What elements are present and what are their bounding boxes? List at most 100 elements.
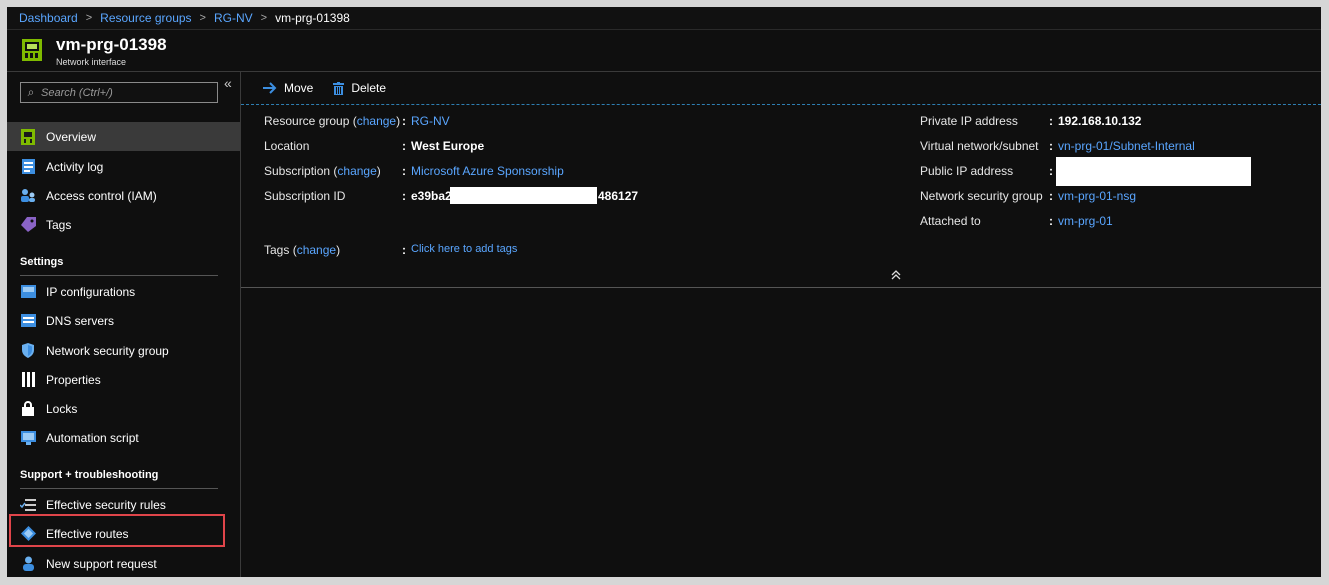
trash-icon [333,81,345,95]
lock-icon [20,401,36,417]
public-ip-label: Public IP address [920,164,1014,178]
sidebar-item-tags[interactable]: Tags [7,210,240,239]
collapse-sidebar-button[interactable]: « [224,75,232,91]
redaction-block [1056,157,1251,186]
search-icon: ⌕ [27,85,35,99]
breadcrumb-rg-nv[interactable]: RG-NV [214,11,253,25]
tag-icon [20,217,36,233]
breadcrumb-separator: > [260,12,268,24]
routes-icon [20,526,36,542]
delete-button[interactable]: Delete [333,81,386,95]
sidebar-item-network-security-group[interactable]: Network security group [7,336,240,365]
vnet-label: Virtual network/subnet [920,139,1039,153]
breadcrumb-resource-groups[interactable]: Resource groups [100,11,191,25]
sidebar-item-label: Activity log [46,159,104,174]
blade-header: vm-prg-01398 Network interface [7,30,1321,72]
portal-window: Dashboard > Resource groups > RG-NV > vm… [7,7,1321,577]
activity-log-icon [20,159,36,175]
page-subtitle: Network interface [56,57,127,67]
sidebar-item-overview[interactable]: Overview [7,122,240,151]
security-rules-icon [20,497,36,513]
subscription-label: Subscription (change) [264,164,381,178]
arrow-right-icon [263,82,277,94]
sidebar-item-label: Access control (IAM) [46,188,157,203]
sidebar-item-label: DNS servers [46,313,115,328]
sidebar-item-effective-routes[interactable]: Effective routes [7,519,240,548]
change-subscription-link[interactable]: change [337,164,376,178]
shield-icon [20,343,36,359]
network-interface-icon [22,39,42,61]
section-support: Support + troubleshooting [20,469,159,481]
essentials-panel: Resource group (change) : RG-NV Location… [241,105,1321,288]
attached-label: Attached to [920,214,981,228]
sidebar-item-label: Properties [46,372,101,387]
colon: : [402,189,406,203]
subscription-id-label: Subscription ID [264,189,346,203]
colon: : [1049,214,1053,228]
divider [20,275,218,276]
location-label: Location [264,139,310,153]
ip-config-icon [20,284,36,300]
sidebar-item-iam[interactable]: Access control (IAM) [7,181,240,210]
resource-group-label: Resource group (change) [264,114,401,128]
attached-link[interactable]: vm-prg-01 [1058,214,1113,228]
sidebar-item-activity-log[interactable]: Activity log [7,152,240,181]
sidebar-item-label: Overview [46,129,97,144]
subscription-id-suffix: 486127 [598,189,639,203]
sidebar-item-label: Locks [46,401,78,416]
collapse-essentials-icon[interactable] [891,270,901,283]
colon: : [402,243,406,257]
move-label: Move [284,81,314,95]
redaction-block [450,187,597,204]
private-ip-value: 192.168.10.132 [1058,114,1142,128]
breadcrumb-separator: > [199,12,206,24]
page-title: vm-prg-01398 [56,35,167,54]
colon: : [402,139,406,153]
sidebar-item-label: Network security group [46,343,169,358]
breadcrumb-dashboard[interactable]: Dashboard [19,11,78,25]
sidebar-search: ⌕ [20,82,218,103]
colon: : [1049,114,1053,128]
breadcrumb-separator: > [85,12,93,24]
private-ip-label: Private IP address [920,114,1018,128]
resource-group-link[interactable]: RG-NV [411,114,450,128]
colon: : [1049,189,1053,203]
sidebar-item-label: IP configurations [46,284,136,299]
sidebar-item-label: Effective security rules [46,497,166,512]
subscription-id-prefix: e39ba2 [411,189,452,203]
sidebar-item-properties[interactable]: Properties [7,365,240,394]
nsg-link[interactable]: vm-prg-01-nsg [1058,189,1136,203]
properties-icon [20,372,36,388]
sidebar-item-locks[interactable]: Locks [7,394,240,423]
iam-icon [20,188,36,204]
sidebar-item-dns-servers[interactable]: DNS servers [7,306,240,335]
change-resource-group-link[interactable]: change [357,114,396,128]
vnet-link[interactable]: vn-prg-01/Subnet-Internal [1058,139,1195,153]
sidebar-item-automation-script[interactable]: Automation script [7,423,240,452]
sidebar-item-label: Tags [46,217,72,232]
sidebar-item-label: Effective routes [46,526,129,541]
tags-label: Tags (change) [264,243,341,257]
search-input[interactable] [41,86,211,99]
main-content: Move Delete Resource group (change) : RG… [241,72,1321,577]
automation-icon [20,430,36,446]
colon: : [1049,164,1053,178]
add-tags-link[interactable]: Click here to add tags [411,243,517,255]
colon: : [402,114,406,128]
change-tags-link[interactable]: change [297,243,336,257]
breadcrumb-current: vm-prg-01398 [275,11,350,25]
overview-icon [20,128,36,145]
sidebar-item-new-support-request[interactable]: New support request [7,549,240,577]
colon: : [402,164,406,178]
subscription-link[interactable]: Microsoft Azure Sponsorship [411,164,564,178]
command-bar: Move Delete [241,72,1321,105]
sidebar-item-effective-security-rules[interactable]: Effective security rules [7,490,240,519]
breadcrumb: Dashboard > Resource groups > RG-NV > vm… [7,7,1321,30]
section-settings: Settings [20,256,64,268]
delete-label: Delete [351,81,387,95]
sidebar-item-label: Automation script [46,430,139,445]
sidebar: ⌕ « Overview Activity log Access control… [7,72,241,577]
sidebar-item-ip-configurations[interactable]: IP configurations [7,277,240,306]
move-button[interactable]: Move [263,81,313,95]
divider [20,488,218,489]
